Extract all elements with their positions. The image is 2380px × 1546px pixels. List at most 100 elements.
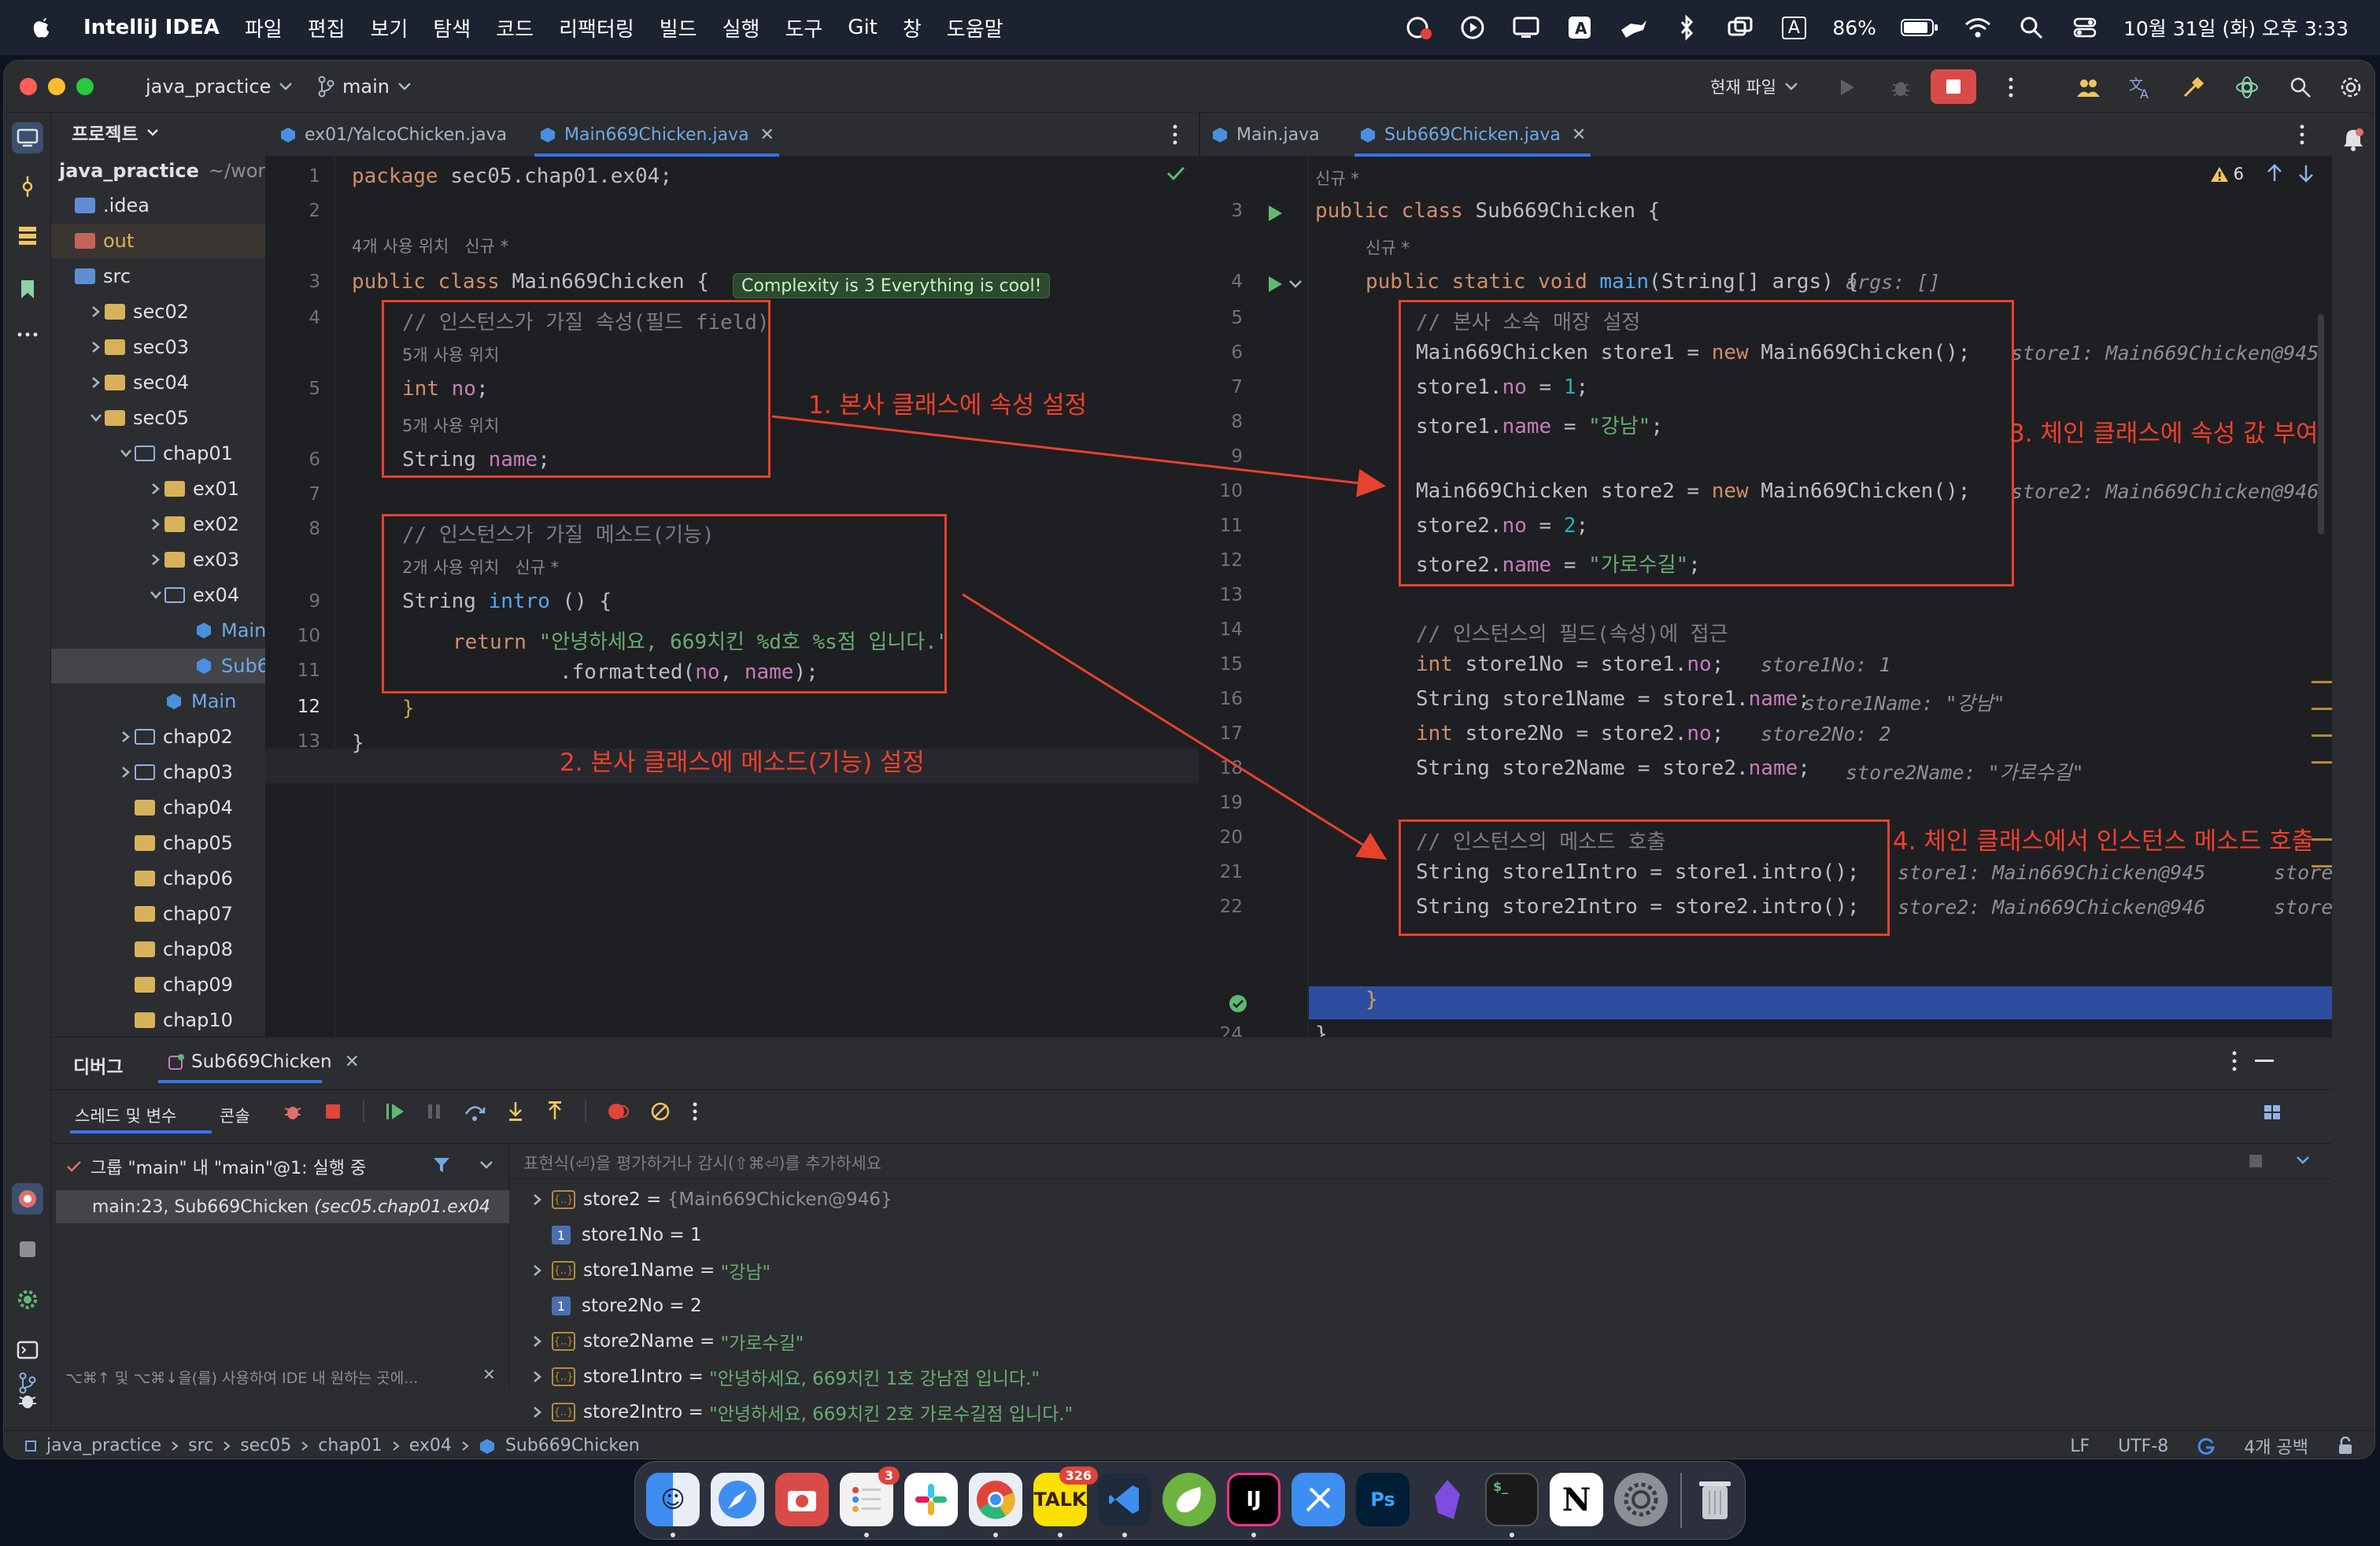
variable-row[interactable]: 1 store2No = 2 [511,1289,702,1323]
system-settings-icon[interactable] [1614,1473,1668,1526]
debug-more-icon[interactable] [2231,1050,2238,1072]
tab-console[interactable]: 콘솔 [220,1104,250,1127]
line-separator[interactable]: LF [2070,1437,2090,1456]
input-source-icon[interactable]: A [1779,13,1809,43]
pause-icon[interactable] [426,1102,443,1121]
xcode-icon[interactable] [1292,1473,1345,1526]
chevron-right-icon[interactable] [523,1193,552,1206]
bird-icon[interactable] [1618,13,1648,43]
chevron-right-icon[interactable] [523,1264,552,1277]
photoshop-icon[interactable]: Ps [1356,1473,1410,1526]
play-circle-icon[interactable] [1458,13,1488,43]
terminal-icon[interactable] [12,1334,43,1366]
close-hint-icon[interactable]: ✕ [482,1365,496,1384]
menu-run[interactable]: 실행 [722,13,760,43]
stack-frame-row[interactable]: main:23, Sub669Chicken (sec05.chap01.ex0… [56,1190,509,1223]
intellij-icon[interactable]: IJ [1227,1473,1281,1526]
menu-clock[interactable]: 10월 31일 (화) 오후 3:33 [2123,13,2349,42]
variable-row[interactable]: 1 store1No = 1 [511,1218,702,1252]
close-tab-icon[interactable]: ✕ [345,1052,360,1072]
step-into-icon[interactable] [506,1100,525,1123]
notion-icon[interactable]: N [1550,1473,1603,1526]
minimize-panel-icon[interactable] [2255,1060,2274,1062]
expression-input[interactable]: 표현식(⏎)을 평가하거나 감시(⇧⌘⏎)를 추가하세요 [511,1143,2332,1179]
chevron-down-icon[interactable] [479,1160,493,1170]
trash-icon[interactable] [1688,1473,1742,1526]
thread-selector[interactable]: 그룹 "main" 내 "main"@1: 실행 중 [65,1154,366,1179]
menu-refactor[interactable]: 리팩터링 [559,13,634,43]
grammar-icon[interactable] [2197,1437,2216,1455]
step-over-icon[interactable] [464,1101,486,1122]
tab-threads-variables[interactable]: 스레드 및 변수 [75,1104,176,1127]
chevron-down-icon[interactable] [2296,1156,2310,1165]
variable-row[interactable]: {..} store1Name = "강남" [511,1253,771,1288]
breadcrumb-item[interactable]: src [188,1436,213,1455]
kakaotalk-icon[interactable]: TALK 326 [1033,1466,1098,1526]
object-icon: {..} [552,1367,575,1386]
menu-file[interactable]: 파일 [245,13,283,43]
file-encoding[interactable]: UTF-8 [2118,1437,2168,1456]
chrome-icon[interactable] [969,1473,1022,1526]
debug-tool-icon[interactable] [12,1183,43,1215]
view-breakpoints-icon[interactable] [607,1100,629,1123]
control-center-icon[interactable] [2070,13,2100,43]
menu-view[interactable]: 보기 [371,13,408,43]
services-icon[interactable] [12,1233,43,1265]
keyboard-a-icon[interactable]: A [1565,13,1595,43]
indent-setting[interactable]: 4개 공백 [2244,1433,2308,1459]
menu-build[interactable]: 빌드 [660,13,697,43]
bluetooth-icon[interactable] [1672,13,1702,43]
plugins-gear-icon[interactable] [12,1284,43,1315]
finder-icon[interactable]: ☺ [646,1473,700,1526]
safari-icon[interactable] [711,1473,764,1526]
battery-icon[interactable] [1900,13,1939,43]
wifi-icon[interactable] [1963,13,1993,43]
breadcrumb-item[interactable]: chap01 [318,1436,382,1455]
layout-settings-icon[interactable] [2263,1104,2282,1121]
variable-row[interactable]: {..} store2Intro = "안녕하세요, 669치킨 2호 가로수길점… [511,1395,1073,1429]
variable-row[interactable]: {..} store1Intro = "안녕하세요, 669치킨 1호 강남점 입… [511,1359,1040,1394]
read-only-lock-icon[interactable] [2337,1437,2354,1455]
menu-edit[interactable]: 편집 [308,13,346,43]
chevron-right-icon[interactable] [523,1335,552,1348]
menu-navigate[interactable]: 탐색 [433,13,471,43]
mute-breakpoints-icon[interactable] [649,1100,671,1123]
apple-icon[interactable] [27,13,57,43]
terminal-app-icon[interactable]: $_ [1485,1473,1539,1526]
vcs-icon[interactable] [12,1367,43,1399]
reminders-icon[interactable]: 3 [840,1466,900,1526]
rerun-debug-icon[interactable] [283,1101,303,1122]
chevron-right-icon[interactable] [523,1370,552,1383]
breadcrumb-item[interactable]: sec05 [240,1436,291,1455]
app-name-menu[interactable]: IntelliJ IDEA [83,16,220,39]
obsidian-icon[interactable] [1421,1473,1474,1526]
slack-icon[interactable] [904,1473,958,1526]
variable-row[interactable]: {..} store2Name = "가로수길" [511,1324,804,1359]
display-icon[interactable] [1511,13,1541,43]
menu-tools[interactable]: 도구 [785,13,822,43]
menu-window[interactable]: 창 [903,13,922,43]
spotlight-search-icon[interactable] [2016,13,2046,43]
breadcrumb-item[interactable]: ex04 [409,1436,452,1455]
vscode-icon[interactable] [1098,1473,1151,1526]
step-out-icon[interactable] [545,1100,564,1123]
resume-icon[interactable] [385,1101,405,1122]
menu-code[interactable]: 코드 [496,13,534,43]
add-watch-icon[interactable] [2247,1152,2264,1170]
filter-icon[interactable] [432,1156,451,1174]
debug-session-tab[interactable]: Sub669Chicken ✕ [168,1052,360,1072]
menu-help[interactable]: 도움말 [947,13,1003,43]
recording-icon[interactable] [1404,13,1434,43]
stop-icon[interactable] [323,1102,342,1121]
menu-git[interactable]: Git [848,16,878,39]
spring-icon[interactable] [1162,1473,1216,1526]
chevron-right-icon[interactable] [523,1406,552,1418]
screen-mirror-icon[interactable] [1725,13,1755,43]
variable-name: store1No [582,1225,664,1245]
breadcrumb-item[interactable]: java_practice [46,1436,161,1455]
variable-row[interactable]: {..} store2 = {Main669Chicken@946} [511,1182,893,1217]
breadcrumb-item[interactable]: Sub669Chicken [505,1436,640,1455]
photo-booth-icon[interactable] [775,1473,829,1526]
debug-toolbar-more-icon[interactable] [692,1101,698,1122]
frames-hint-text: ⌥⌘↑ 및 ⌥⌘↓을(를) 사용하여 IDE 내 원하는 곳에... [65,1370,419,1387]
